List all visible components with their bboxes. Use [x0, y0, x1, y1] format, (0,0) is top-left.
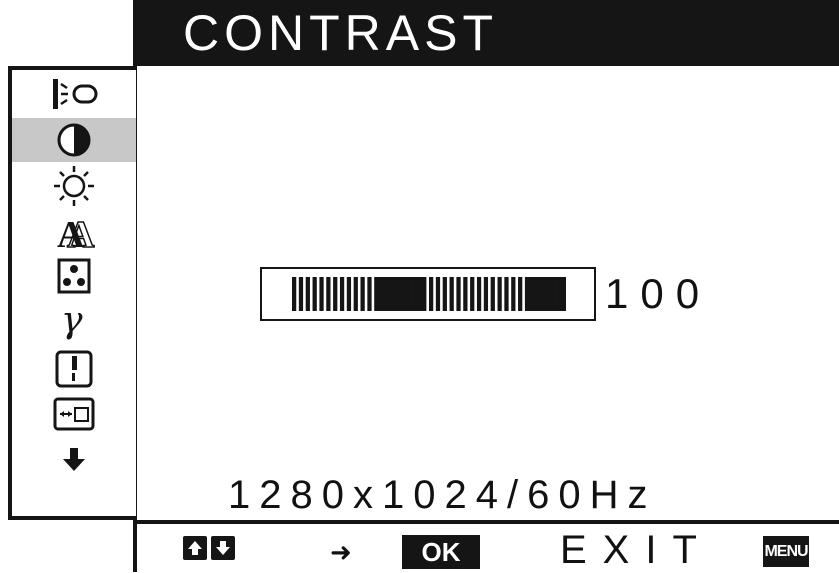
menu-item-zoom[interactable]: [12, 393, 136, 437]
level-segment: [346, 277, 352, 311]
svg-text:γ: γ: [61, 300, 83, 341]
menu-item-gamma[interactable]: γ: [12, 300, 136, 344]
contrast-level-bar[interactable]: [260, 267, 596, 321]
gamma-icon: γ: [61, 300, 83, 341]
scroll-down-icon: [63, 448, 85, 471]
zoom-icon: [53, 397, 95, 431]
menu-item-backlight[interactable]: [12, 72, 136, 116]
level-segment: [422, 277, 427, 311]
ok-key: OK: [402, 535, 480, 569]
level-segment: [292, 277, 297, 311]
menu-title: CONTRAST: [183, 5, 498, 61]
level-segment: [298, 277, 304, 311]
screen-icon: [55, 350, 93, 388]
level-segment: [312, 277, 317, 311]
level-segment: [449, 277, 454, 311]
svg-text:A: A: [67, 214, 95, 253]
level-segment: [463, 277, 468, 311]
exit-hint: EXIT: [560, 528, 713, 572]
level-segment: [531, 277, 540, 311]
level-segment: [552, 277, 560, 311]
level-segment: [333, 277, 338, 311]
backlight-icon: [53, 79, 98, 109]
level-bar-fill: [292, 277, 566, 311]
level-segment: [339, 277, 345, 311]
level-segment: [374, 277, 382, 311]
level-segment: [401, 277, 409, 311]
level-segment: [429, 277, 434, 311]
level-segment: [387, 277, 396, 311]
contrast-value: 100: [605, 270, 712, 317]
level-segment: [319, 277, 324, 311]
menu-item-brightness[interactable]: [12, 164, 136, 208]
level-segment: [518, 277, 523, 311]
contrast-icon: [57, 123, 91, 157]
control-hints: ➜ OK EXIT MENU: [133, 520, 839, 572]
level-segment: [408, 277, 416, 311]
menu-item-sharpness[interactable]: A A: [12, 210, 136, 254]
level-segment: [490, 277, 495, 311]
level-segment: [360, 277, 365, 311]
level-segment: [442, 277, 447, 311]
up-arrow-icon: [183, 536, 207, 560]
level-segment: [476, 277, 482, 311]
level-segment: [483, 277, 489, 311]
level-segment: [435, 277, 441, 311]
level-segment: [456, 277, 461, 311]
level-segment: [524, 277, 533, 311]
level-segment: [367, 277, 372, 311]
level-segment: [326, 277, 331, 311]
level-segment: [497, 277, 502, 311]
menu-item-color[interactable]: [12, 255, 136, 299]
menu-key: MENU: [763, 536, 809, 567]
sharpness-icon: A A: [57, 213, 96, 253]
brightness-icon: [54, 166, 94, 206]
menu-item-contrast[interactable]: [12, 118, 136, 162]
menu-sidebar: A A γ: [8, 66, 136, 520]
level-segment: [538, 277, 546, 311]
level-segment: [511, 277, 516, 311]
level-segment: [305, 277, 310, 311]
level-segment: [504, 277, 509, 311]
right-arrow-icon: ➜: [330, 537, 352, 567]
level-segment: [545, 277, 553, 311]
color-icon: [57, 258, 91, 294]
level-segment: [415, 277, 423, 311]
level-segment: [394, 277, 403, 311]
level-segment: [559, 277, 566, 311]
menu-item-screen[interactable]: [12, 347, 136, 391]
menu-item-more[interactable]: [12, 438, 136, 482]
resolution-status: 1280x1024/60Hz: [228, 473, 657, 517]
down-arrow-icon: [211, 536, 235, 560]
level-segment: [381, 277, 389, 311]
level-segment: [353, 277, 358, 311]
level-segment: [470, 277, 475, 311]
